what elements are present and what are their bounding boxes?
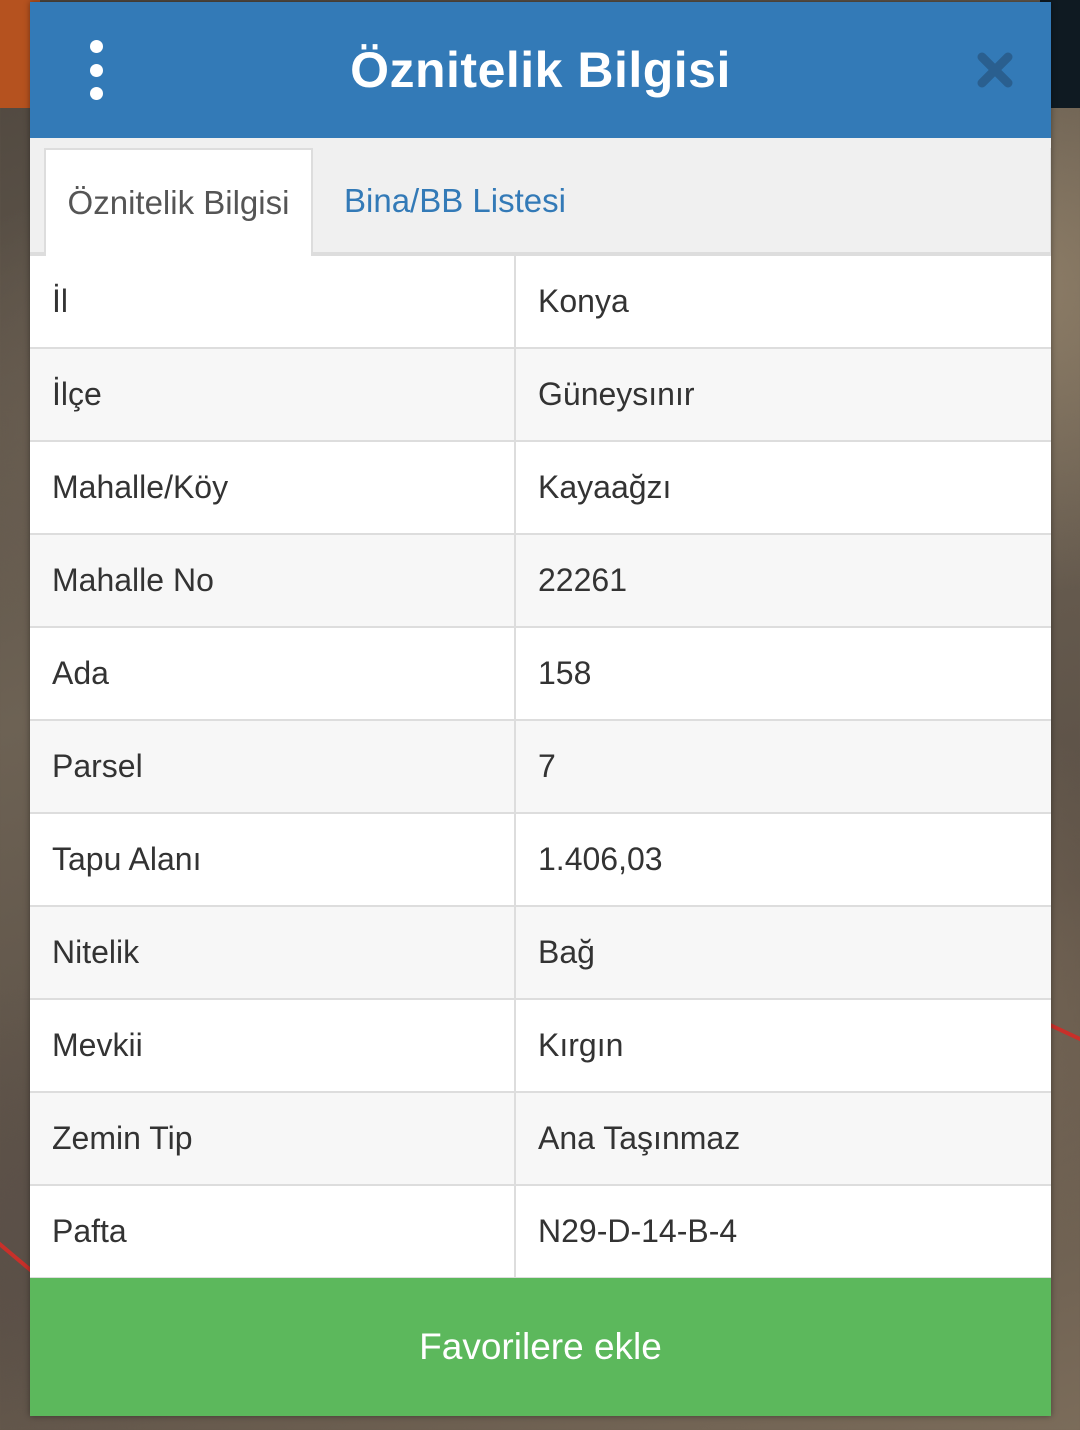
tab-bar: Öznitelik Bilgisi Bina/BB Listesi bbox=[30, 138, 1051, 256]
attribute-key: Parsel bbox=[30, 719, 516, 814]
attribute-value: Konya bbox=[514, 254, 1051, 349]
dialog-title: Öznitelik Bilgisi bbox=[350, 42, 731, 98]
attribute-value: Bağ bbox=[514, 905, 1051, 1000]
table-row: Mevkii Kırgın bbox=[30, 998, 1051, 1093]
attribute-key: Ada bbox=[30, 626, 516, 721]
table-row: Nitelik Bağ bbox=[30, 905, 1051, 1000]
attribute-value: Kırgın bbox=[514, 998, 1051, 1093]
table-row: Zemin Tip Ana Taşınmaz bbox=[30, 1091, 1051, 1186]
attribute-value: Güneysınır bbox=[514, 347, 1051, 442]
close-icon-svg bbox=[977, 52, 1013, 88]
attribute-key: Mevkii bbox=[30, 998, 516, 1093]
table-row: Tapu Alanı 1.406,03 bbox=[30, 812, 1051, 907]
attribute-key: İlçe bbox=[30, 347, 516, 442]
attribute-key: Mahalle No bbox=[30, 533, 516, 628]
tab-building-list[interactable]: Bina/BB Listesi bbox=[344, 148, 566, 254]
attribute-value: 1.406,03 bbox=[514, 812, 1051, 907]
attribute-key: Tapu Alanı bbox=[30, 812, 516, 907]
attribute-key: Mahalle/Köy bbox=[30, 440, 516, 535]
table-row: İl Konya bbox=[30, 254, 1051, 349]
table-row: Ada 158 bbox=[30, 626, 1051, 721]
attribute-key: Nitelik bbox=[30, 905, 516, 1000]
tab-bar-edge bbox=[1050, 148, 1051, 254]
attribute-table: İl Konya İlçe Güneysınır Mahalle/Köy Kay… bbox=[30, 254, 1051, 1279]
menu-dot bbox=[89, 40, 103, 53]
close-icon[interactable] bbox=[975, 50, 1015, 90]
attribute-key: Zemin Tip bbox=[30, 1091, 516, 1186]
attribute-key: Pafta bbox=[30, 1184, 516, 1279]
menu-dot bbox=[89, 63, 103, 77]
attribute-value: Ana Taşınmaz bbox=[514, 1091, 1051, 1186]
attribute-value: N29-D-14-B-4 bbox=[514, 1184, 1051, 1279]
menu-dot bbox=[89, 87, 103, 100]
attribute-value: 7 bbox=[514, 719, 1051, 814]
attribute-value: 22261 bbox=[514, 533, 1051, 628]
attribute-key: İl bbox=[30, 254, 516, 349]
table-row: İlçe Güneysınır bbox=[30, 347, 1051, 442]
attribute-value: 158 bbox=[514, 626, 1051, 721]
table-row: Pafta N29-D-14-B-4 bbox=[30, 1184, 1051, 1279]
dialog-header: Öznitelik Bilgisi bbox=[30, 2, 1051, 138]
kebab-menu-icon[interactable] bbox=[80, 40, 112, 100]
tab-attribute-info[interactable]: Öznitelik Bilgisi bbox=[44, 148, 313, 256]
table-row: Mahalle/Köy Kayaağzı bbox=[30, 440, 1051, 535]
table-row: Parsel 7 bbox=[30, 719, 1051, 814]
table-row: Mahalle No 22261 bbox=[30, 533, 1051, 628]
attribute-value: Kayaağzı bbox=[514, 440, 1051, 535]
add-to-favorites-button[interactable]: Favorilere ekle bbox=[30, 1278, 1051, 1416]
attribute-info-dialog: Öznitelik Bilgisi Öznitelik Bilgisi Bina… bbox=[30, 2, 1051, 1416]
